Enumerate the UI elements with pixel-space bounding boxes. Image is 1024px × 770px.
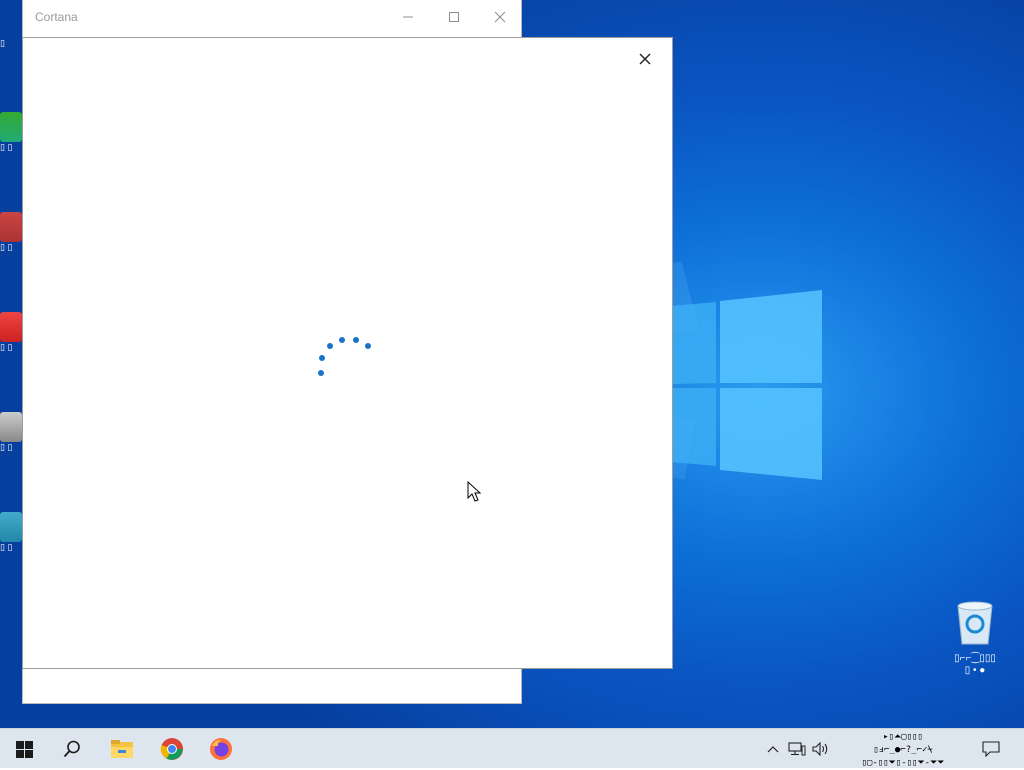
loading-spinner: [311, 330, 371, 380]
recycle-bin-label: ▯⌐⌐⁐▯▯▯ ▯ • ●: [954, 653, 996, 676]
mouse-cursor-icon: [467, 481, 482, 502]
show-hidden-icons-button[interactable]: [763, 739, 783, 759]
spinner-dot: [319, 355, 325, 361]
maximize-button[interactable]: [431, 0, 477, 34]
recycle-bin-desktop-icon[interactable]: ▯⌐⌐⁐▯▯▯ ▯ • ●: [942, 600, 1008, 677]
app-icon: [0, 412, 22, 442]
dialog-close-button[interactable]: [630, 44, 660, 74]
taskbar-clock[interactable]: ▸▯⏶▢▯▯▯ ▯ⅎ⌐_●⌐?_⌐✓⍀ ▯▢-▯▯⏷▯-▯▯⏷-⏷⏷: [840, 731, 966, 768]
app-icon: [0, 512, 22, 542]
app-icon: [0, 212, 22, 242]
volume-button[interactable]: [811, 739, 831, 759]
file-explorer-icon: [111, 740, 133, 758]
spinner-dot: [339, 337, 345, 343]
taskbar-chrome[interactable]: [148, 729, 196, 769]
window-title: Cortana: [35, 10, 78, 24]
desktop-icon[interactable]: ▯ ▯: [0, 112, 22, 152]
search-icon: [63, 740, 80, 758]
close-button[interactable]: [477, 0, 523, 34]
taskbar-firefox[interactable]: [197, 729, 245, 769]
loading-dialog[interactable]: [22, 37, 673, 669]
minimize-icon: [403, 16, 413, 18]
spinner-dot: [318, 370, 324, 376]
desktop-icon-label: ▯ ▯: [0, 342, 13, 352]
close-icon: [494, 11, 506, 23]
chevron-up-icon: [767, 746, 779, 753]
taskbar: ▸▯⏶▢▯▯▯ ▯ⅎ⌐_●⌐?_⌐✓⍀ ▯▢-▯▯⏷▯-▯▯⏷-⏷⏷: [0, 728, 1024, 768]
app-icon: [0, 312, 22, 342]
desktop-icon[interactable]: ▯ ▯: [0, 212, 22, 252]
desktop-icon-label: ▯ ▯: [0, 442, 13, 452]
cortana-titlebar[interactable]: Cortana: [23, 0, 521, 34]
action-center-button[interactable]: [981, 739, 1001, 759]
desktop-icon[interactable]: ▯ ▯: [0, 412, 22, 452]
recycle-bin-icon: [957, 601, 993, 645]
desktop-icon[interactable]: ▯ ▯: [0, 312, 22, 352]
start-button[interactable]: [0, 729, 48, 769]
spinner-dot: [353, 337, 359, 343]
network-icon: [788, 742, 806, 756]
taskbar-file-explorer[interactable]: [98, 729, 146, 769]
windows-logo-wallpaper: [672, 290, 822, 480]
windows-logo-icon: [15, 740, 33, 758]
close-icon: [639, 53, 651, 65]
firefox-icon: [210, 738, 232, 760]
search-button[interactable]: [48, 729, 96, 769]
desktop-icon-label: ▯: [0, 38, 5, 48]
minimize-button[interactable]: [385, 0, 431, 34]
desktop-icon[interactable]: ▯ ▯: [0, 512, 22, 552]
app-icon: [0, 112, 22, 142]
volume-icon: [812, 742, 828, 756]
notification-icon: [982, 741, 1000, 757]
maximize-icon: [449, 12, 459, 22]
desktop-icon-label: ▯ ▯: [0, 242, 13, 252]
desktop-icon-label: ▯ ▯: [0, 142, 13, 152]
desktop-icon-label: ▯ ▯: [0, 542, 13, 552]
spinner-dot: [365, 343, 371, 349]
chrome-icon: [160, 738, 183, 760]
network-button[interactable]: [787, 739, 807, 759]
spinner-dot: [327, 343, 333, 349]
desktop-icon[interactable]: ▯: [0, 38, 22, 48]
